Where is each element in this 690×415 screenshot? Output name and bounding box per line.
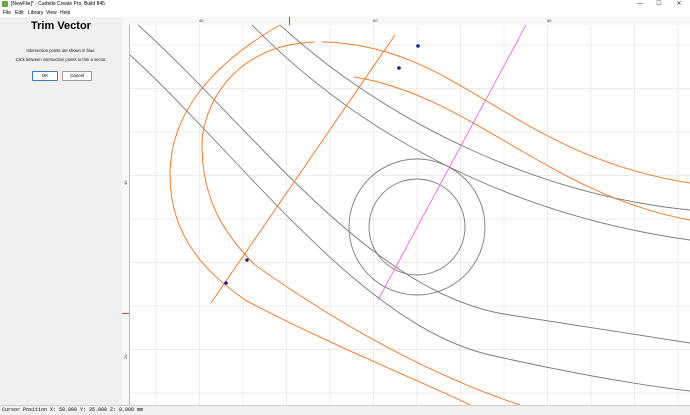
intersection-point [397,66,401,70]
cursor-marker-left [122,313,129,314]
ruler-top-label: 60 [373,18,378,23]
orange-curve [169,25,471,405]
canvas-drawing[interactable] [130,25,690,405]
cursor-position: Cursor Position X: 50.000 Y: 35.000 Z: 0… [2,407,144,413]
window-title: [NewFile]* - Carbide Create Pro, Build 8… [11,1,105,7]
gray-curve [130,54,690,392]
maximize-icon[interactable]: ☐ [652,0,666,9]
menu-file[interactable]: File [3,9,11,17]
ruler-top-label: 40 [199,18,204,23]
trim-vector-panel: Trim Vector Intersection points are show… [0,17,123,405]
ok-button[interactable]: OK [32,71,58,81]
canvas-grid [130,25,690,405]
orange-vectors [169,25,690,405]
menu-help[interactable]: Help [60,9,70,17]
title-bar: [NewFile]* - Carbide Create Pro, Build 8… [0,0,690,9]
menu-view[interactable]: View [46,9,57,17]
close-icon[interactable]: ✕ [672,0,686,9]
hint-intersection: Intersection points are shown in blue. [26,48,96,53]
cancel-button[interactable]: Cancel [62,71,92,81]
app-icon [2,1,8,7]
intersection-point [245,258,249,262]
menu-bar: File Edit Library View Help [0,9,690,17]
intersection-point [416,44,420,48]
ruler-left: 40 20 [122,25,130,405]
gray-curve [279,25,690,211]
minimize-icon[interactable]: — [633,0,647,9]
design-canvas[interactable] [130,25,690,405]
ruler-left-label: 20 [123,354,128,359]
menu-library[interactable]: Library [28,9,43,17]
panel-title: Trim Vector [31,20,91,32]
intersection-point [224,281,228,285]
ruler-top-label: 80 [547,18,552,23]
ruler-left-label: 40 [123,180,128,185]
cursor-marker-top [289,17,290,25]
menu-edit[interactable]: Edit [15,9,24,17]
hint-trim: Click between intersection points to tri… [15,57,107,62]
orange-curve [201,41,521,405]
